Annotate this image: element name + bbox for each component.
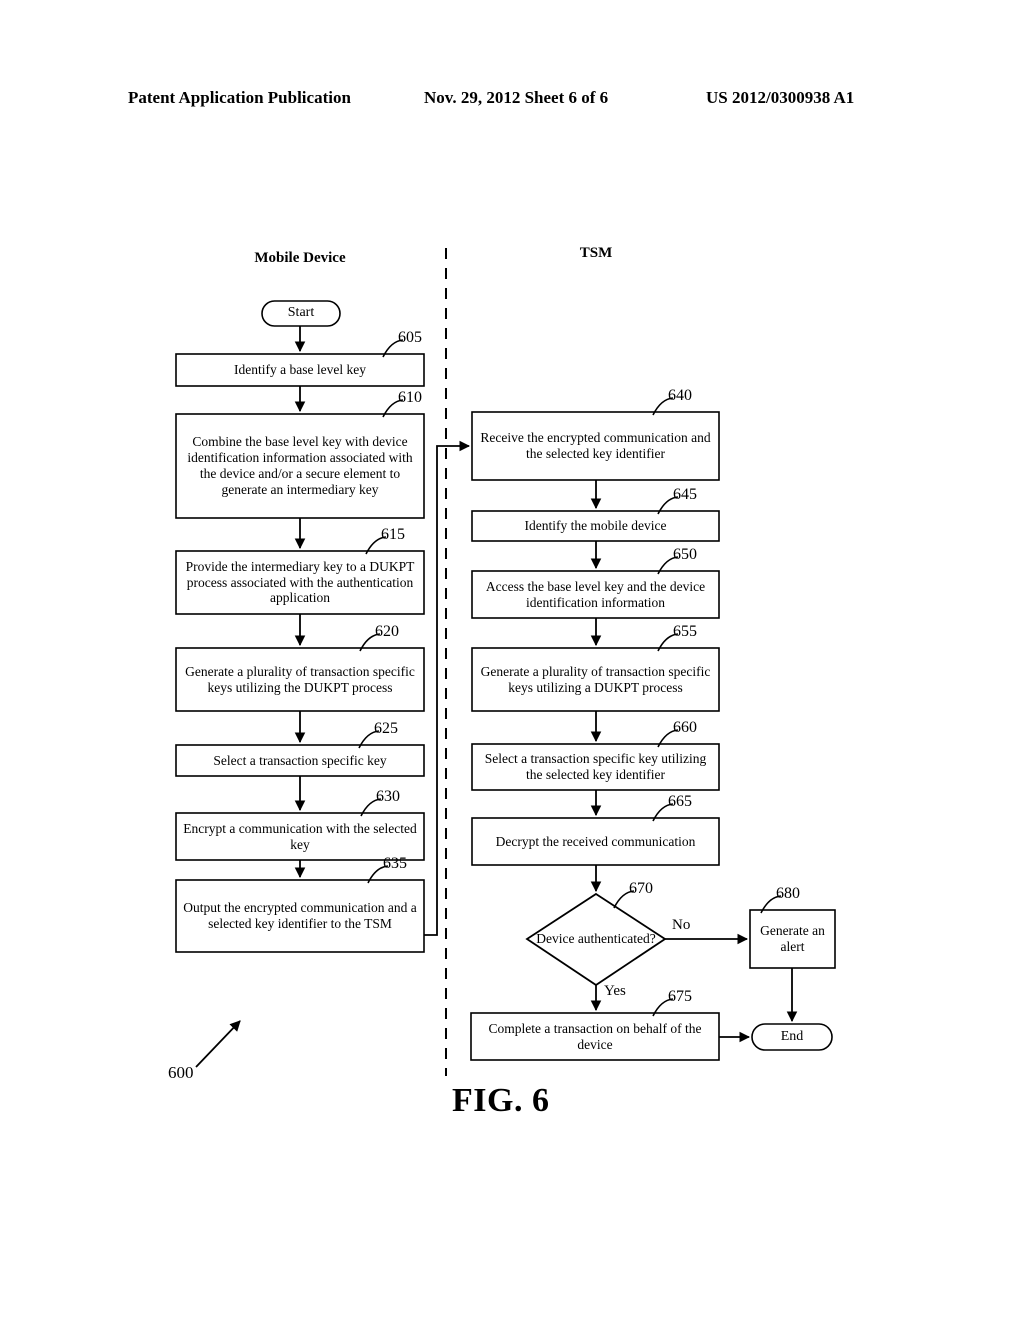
ref-num-675: 675 bbox=[668, 988, 692, 1005]
leader-600 bbox=[195, 1020, 241, 1068]
ref-num-630: 630 bbox=[376, 788, 400, 805]
node-675-shape bbox=[470, 1012, 720, 1061]
ref-num-645: 645 bbox=[673, 486, 697, 503]
node-640-shape bbox=[471, 411, 720, 481]
ref-num-620: 620 bbox=[375, 623, 399, 640]
ref-num-650: 650 bbox=[673, 546, 697, 563]
figure-reference-numeral: 600 bbox=[168, 1063, 194, 1082]
ref-num-660: 660 bbox=[673, 719, 697, 736]
ref-num-665: 665 bbox=[668, 793, 692, 810]
ref-num-640: 640 bbox=[668, 387, 692, 404]
ref-num-625: 625 bbox=[374, 720, 398, 737]
figure-caption: FIG. 6 bbox=[452, 1082, 550, 1119]
node-610-shape bbox=[175, 413, 425, 519]
node-645-shape bbox=[471, 510, 720, 542]
terminator-start-shape bbox=[261, 300, 341, 327]
ref-num-655: 655 bbox=[673, 623, 697, 640]
edge-label-yes: Yes bbox=[604, 983, 626, 999]
node-635-shape bbox=[175, 879, 425, 953]
terminator-end-shape bbox=[751, 1023, 833, 1051]
node-615-shape bbox=[175, 550, 425, 615]
ref-num-680: 680 bbox=[776, 885, 800, 902]
node-665-shape bbox=[471, 817, 720, 866]
node-625-shape bbox=[175, 744, 425, 777]
ref-num-605: 605 bbox=[398, 329, 422, 346]
node-680-shape bbox=[749, 909, 836, 969]
flowchart-canvas bbox=[175, 248, 836, 1076]
node-650-shape bbox=[471, 570, 720, 619]
node-605-shape bbox=[175, 353, 425, 387]
ref-num-615: 615 bbox=[381, 526, 405, 543]
ref-num-670: 670 bbox=[629, 880, 653, 897]
node-655-shape bbox=[471, 647, 720, 712]
ref-num-635: 635 bbox=[383, 855, 407, 872]
node-630-shape bbox=[175, 812, 425, 861]
edge-label-no: No bbox=[672, 917, 691, 933]
ref-num-610: 610 bbox=[398, 389, 422, 406]
node-620-shape bbox=[175, 647, 425, 712]
node-670-shape bbox=[525, 892, 667, 987]
node-660-shape bbox=[471, 743, 720, 791]
